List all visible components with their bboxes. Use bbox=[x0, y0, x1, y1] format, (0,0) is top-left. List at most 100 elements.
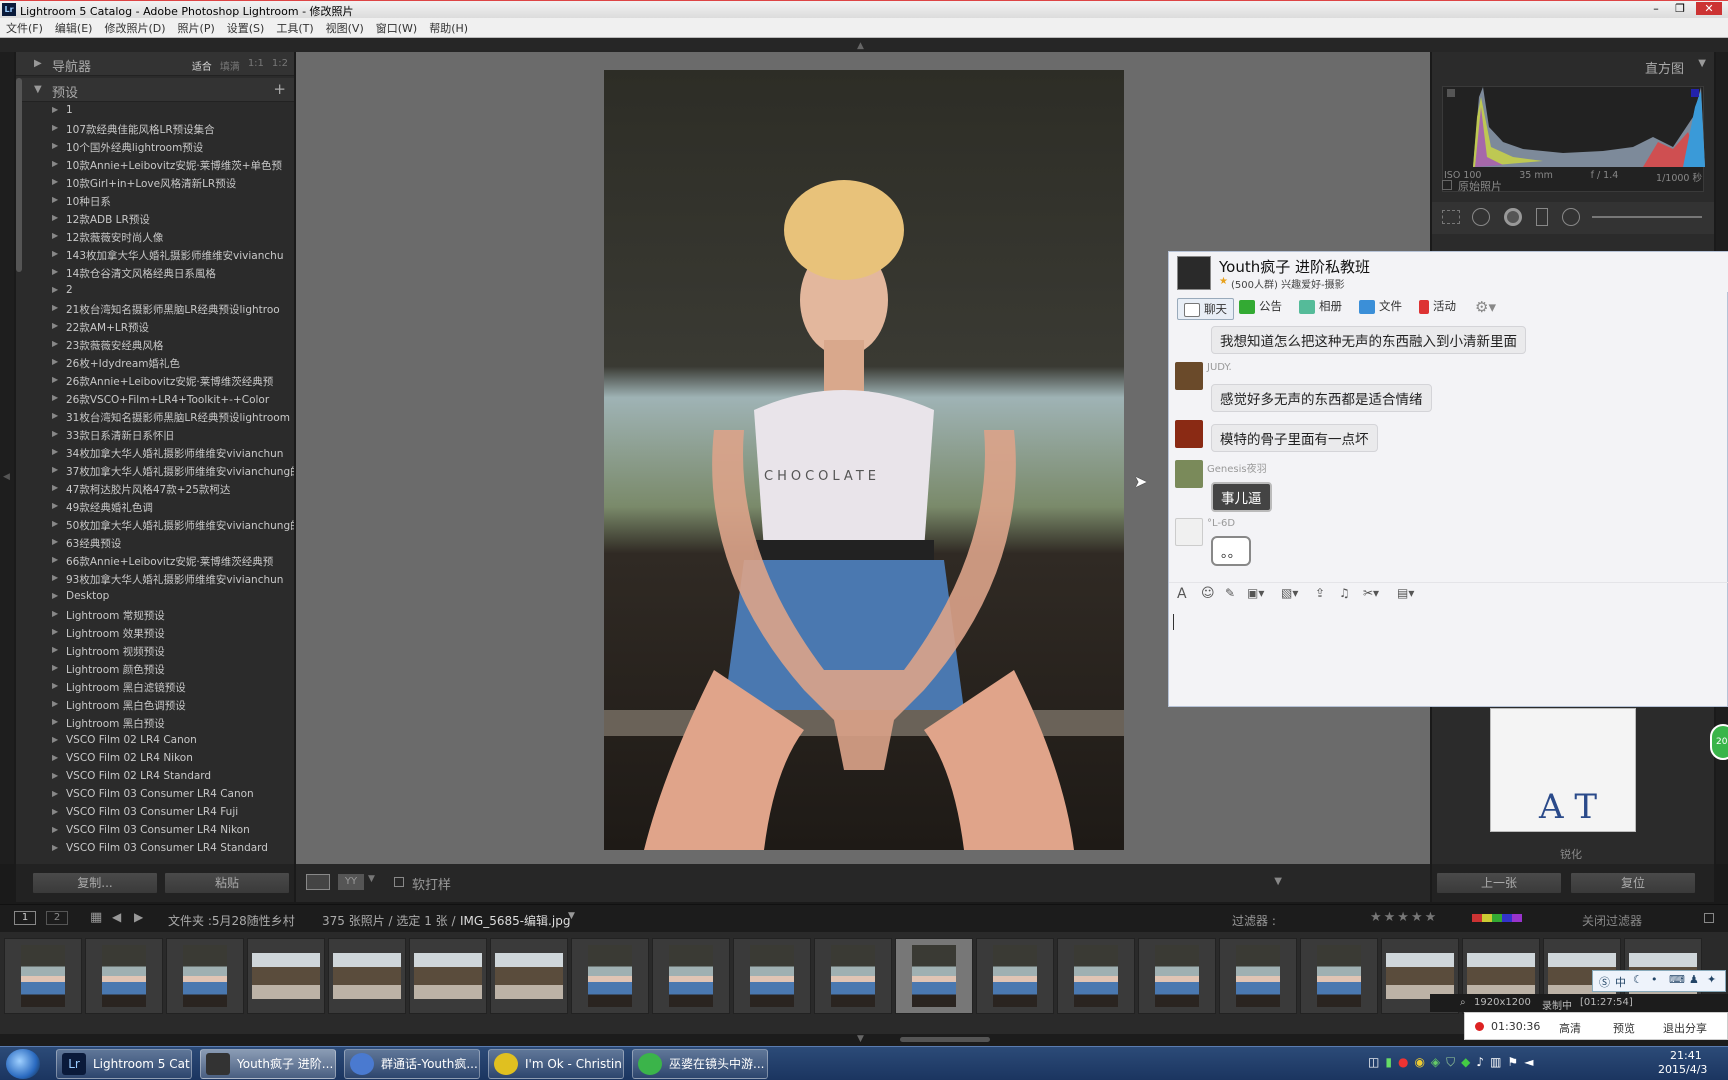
menu-edit[interactable]: 编辑(E) bbox=[55, 20, 93, 36]
chevron-down-icon[interactable]: ▼ bbox=[368, 874, 375, 884]
music-icon[interactable]: ♫ bbox=[1339, 586, 1350, 600]
filmstrip-thumbnail[interactable] bbox=[814, 938, 892, 1014]
ime-logo-icon[interactable]: Ⓢ bbox=[1599, 974, 1610, 990]
ime-dot-icon[interactable]: • bbox=[1651, 973, 1658, 986]
copy-button[interactable]: 复制... bbox=[32, 872, 158, 894]
exit-share-button[interactable]: 退出分享 bbox=[1663, 1020, 1707, 1036]
grid-icon[interactable]: ▦ bbox=[90, 910, 102, 925]
preset-folder[interactable]: ▶ 66款Annie+Leibovitz安妮·莱博维茨经典预 bbox=[16, 552, 294, 570]
tray-shield-icon[interactable]: ⛉ bbox=[1446, 1055, 1455, 1073]
filmstrip-thumbnail[interactable] bbox=[85, 938, 163, 1014]
menu-settings[interactable]: 设置(S) bbox=[227, 20, 265, 36]
tab-chat[interactable]: 聊天 bbox=[1177, 298, 1234, 320]
zoom-1-2[interactable]: 1:2 bbox=[272, 58, 288, 73]
tray-ime-icon[interactable]: ◫ bbox=[1368, 1055, 1379, 1073]
avatar[interactable] bbox=[1175, 420, 1203, 448]
collapse-icon[interactable]: ▼ bbox=[1698, 58, 1706, 69]
loupe-view-icon[interactable] bbox=[306, 874, 330, 890]
preset-folder[interactable]: ▶ 26款VSCO+Film+LR4+Toolkit+-+Color bbox=[16, 390, 294, 408]
preset-folder[interactable]: ▶ 22款AM+LR预设 bbox=[16, 318, 294, 336]
back-arrow-icon[interactable]: ◀ bbox=[112, 910, 121, 924]
taskbar-browser[interactable]: 巫婆在镜头中游... bbox=[632, 1049, 768, 1079]
color-label-filter[interactable] bbox=[1472, 914, 1522, 922]
clock-date[interactable]: 2015/4/3 bbox=[1658, 1063, 1707, 1076]
taskbar-lightroom[interactable]: Lr Lightroom 5 Cat... bbox=[56, 1049, 192, 1079]
preset-folder[interactable]: ▶ 10款Girl+in+Love风格清新LR预设 bbox=[16, 174, 294, 192]
preset-folder[interactable]: ▶ 2 bbox=[16, 282, 294, 300]
font-icon[interactable]: A bbox=[1177, 586, 1187, 602]
ime-wrench-icon[interactable]: ✦ bbox=[1707, 973, 1716, 986]
add-preset-icon[interactable]: + bbox=[273, 80, 286, 98]
start-button[interactable] bbox=[6, 1049, 40, 1079]
preset-folder[interactable]: ▶ Lightroom 效果预设 bbox=[16, 624, 294, 642]
graduated-filter-icon[interactable] bbox=[1536, 208, 1548, 226]
preset-folder[interactable]: ▶ VSCO Film 03 Consumer LR4 Fuji bbox=[16, 804, 294, 822]
preset-folder[interactable]: ▶ 10个国外经典lightroom预设 bbox=[16, 138, 294, 156]
preset-folder[interactable]: ▶ 107款经典佳能风格LR预设集合 bbox=[16, 120, 294, 138]
magic-icon[interactable]: ✎ bbox=[1225, 586, 1235, 600]
clock-time[interactable]: 21:41 bbox=[1670, 1049, 1702, 1062]
filmstrip-thumbnail[interactable] bbox=[1057, 938, 1135, 1014]
detail-preview[interactable]: A T bbox=[1490, 708, 1636, 832]
close-button[interactable]: ✕ bbox=[1696, 2, 1722, 15]
taskbar-group-call[interactable]: 群通话-Youth疯... bbox=[344, 1049, 480, 1079]
ime-keyboard-icon[interactable]: ⌨ bbox=[1669, 973, 1685, 986]
scissors-icon[interactable]: ✂▾ bbox=[1363, 586, 1379, 600]
original-photo-checkbox[interactable] bbox=[1442, 180, 1452, 190]
zoom-1-1[interactable]: 1:1 bbox=[248, 58, 264, 73]
preset-folder[interactable]: ▶ 34枚加拿大华人婚礼摄影师维维安vivianchun bbox=[16, 444, 294, 462]
highlight-clip-icon[interactable] bbox=[1691, 89, 1699, 97]
preset-folder[interactable]: ▶ 47款柯达胶片风格47款+25款柯达 bbox=[16, 480, 294, 498]
rating-stars[interactable]: ★★★★★ bbox=[1370, 910, 1438, 925]
preset-folder[interactable]: ▶ 49款经典婚礼色调 bbox=[16, 498, 294, 516]
filmstrip-thumbnail[interactable] bbox=[490, 938, 568, 1014]
radial-filter-icon[interactable] bbox=[1562, 208, 1580, 226]
preset-folder[interactable]: ▶ 21枚台湾知名摄影师黑脑LR经典预设lightroo bbox=[16, 300, 294, 318]
preset-folder[interactable]: ▶ VSCO Film 03 Consumer LR4 Nikon bbox=[16, 822, 294, 840]
shadow-clip-icon[interactable] bbox=[1447, 89, 1455, 97]
preview-button[interactable]: 预览 bbox=[1613, 1020, 1635, 1036]
filmstrip-thumbnail[interactable] bbox=[733, 938, 811, 1014]
filmstrip-thumbnail[interactable] bbox=[328, 938, 406, 1014]
preset-folder[interactable]: ▶ 63经典预设 bbox=[16, 534, 294, 552]
preset-folder[interactable]: ▶ 10种日系 bbox=[16, 192, 294, 210]
avatar[interactable] bbox=[1175, 518, 1203, 546]
preset-folder[interactable]: ▶ 23款薇薇安经典风格 bbox=[16, 336, 294, 354]
tab-album[interactable]: 相册 bbox=[1299, 298, 1342, 314]
preset-folder[interactable]: ▶ Lightroom 视频预设 bbox=[16, 642, 294, 660]
before-after-icon[interactable]: YY bbox=[338, 874, 364, 890]
menu-file[interactable]: 文件(F) bbox=[6, 20, 43, 36]
minimize-button[interactable]: – bbox=[1648, 2, 1664, 15]
preset-folder[interactable]: ▶ 14款仓谷清文风格经典日系風格 bbox=[16, 264, 294, 282]
filmstrip-thumbnail[interactable] bbox=[1219, 938, 1297, 1014]
taskbar-qq-group[interactable]: Youth疯子 进阶... bbox=[200, 1049, 336, 1079]
preset-folder[interactable]: ▶ VSCO Film 02 LR4 Nikon bbox=[16, 750, 294, 768]
presets-header[interactable]: ▼ 预设 + bbox=[16, 78, 294, 102]
preset-folder[interactable]: ▶ 37枚加拿大华人婚礼摄影师维维安vivianchung的3 bbox=[16, 462, 294, 480]
spot-removal-icon[interactable] bbox=[1472, 208, 1490, 226]
soft-proof-checkbox[interactable] bbox=[394, 877, 404, 887]
menu-view[interactable]: 视图(V) bbox=[326, 20, 364, 36]
navigator-header[interactable]: ▶ 导航器 适合 填满 1:1 1:2 bbox=[16, 52, 294, 76]
tray-sound-icon[interactable]: ♪ bbox=[1476, 1055, 1484, 1073]
preset-folder[interactable]: ▶ 12款ADB LR预设 bbox=[16, 210, 294, 228]
preset-folder[interactable]: ▶ 93枚加拿大华人婚礼摄影师维维安vivianchun bbox=[16, 570, 294, 588]
preset-folder[interactable]: ▶ 143枚加拿大华人婚礼摄影师维维安vivianchu bbox=[16, 246, 294, 264]
preset-folder[interactable]: ▶ 26款Annie+Leibovitz安妮·莱博维茨经典预 bbox=[16, 372, 294, 390]
filter-off[interactable]: 关闭过滤器 bbox=[1582, 912, 1642, 929]
hd-button[interactable]: 高清 bbox=[1559, 1020, 1581, 1036]
left-scrollbar[interactable] bbox=[16, 78, 22, 272]
message-input[interactable] bbox=[1169, 608, 1728, 706]
preset-folder[interactable]: ▶ 10款Annie+Leibovitz安妮·莱博维茨+单色预 bbox=[16, 156, 294, 174]
top-panel-toggle[interactable]: ▲ bbox=[0, 38, 1728, 52]
preset-folder[interactable]: ▶ Lightroom 颜色预设 bbox=[16, 660, 294, 678]
toolbar-menu-icon[interactable]: ▼ bbox=[1274, 876, 1282, 887]
menu-window[interactable]: 窗口(W) bbox=[376, 20, 417, 36]
ime-user-icon[interactable]: ♟ bbox=[1689, 973, 1699, 986]
filmstrip-scrollbar[interactable] bbox=[900, 1037, 990, 1042]
preset-folder[interactable]: ▶ Lightroom 黑白色调预设 bbox=[16, 696, 294, 714]
filmstrip-thumbnail[interactable] bbox=[409, 938, 487, 1014]
left-panel-edge[interactable]: ◀ bbox=[0, 52, 14, 864]
menu-tools[interactable]: 工具(T) bbox=[276, 20, 313, 36]
filmstrip-thumbnail[interactable] bbox=[895, 938, 973, 1014]
